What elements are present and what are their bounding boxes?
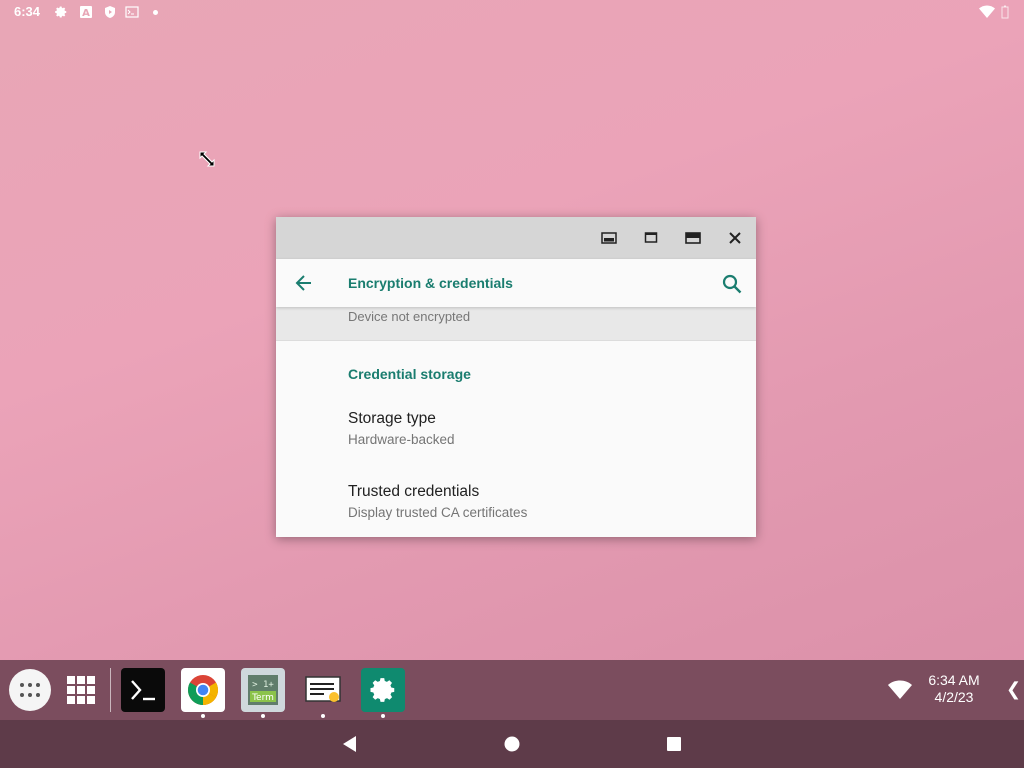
apps-dots-icon[interactable] bbox=[9, 669, 51, 711]
a-badge-icon: A bbox=[80, 6, 92, 19]
taskbar-divider bbox=[110, 668, 111, 712]
svg-text:A: A bbox=[82, 8, 90, 19]
chevron-left-icon[interactable]: ❮ bbox=[1006, 679, 1021, 700]
clock-date: 4/2/23 bbox=[934, 689, 974, 705]
section-header-credential-storage: Credential storage bbox=[348, 366, 471, 382]
picture-in-picture-icon[interactable] bbox=[598, 228, 620, 248]
running-indicator bbox=[381, 714, 385, 718]
notification-dot bbox=[153, 10, 158, 15]
storage-type-item[interactable]: Storage type Hardware-backed bbox=[276, 410, 756, 470]
terminal-mini-icon bbox=[125, 6, 139, 18]
shield-play-icon bbox=[105, 6, 115, 18]
maximize-icon[interactable] bbox=[682, 228, 704, 248]
item-summary: Display trusted CA certificates bbox=[348, 505, 528, 520]
taskbar: > 1+ Term ❮ bbox=[0, 660, 1024, 720]
encryption-status-summary: Device not encrypted bbox=[348, 309, 471, 324]
arrow-left-icon[interactable] bbox=[290, 271, 318, 295]
recents-square-icon[interactable] bbox=[665, 735, 683, 753]
back-triangle-icon[interactable] bbox=[341, 735, 359, 753]
encryption-status-row[interactable]: Device not encrypted bbox=[276, 307, 756, 341]
settings-window: Encryption & credentials Device not encr… bbox=[276, 217, 756, 537]
app-bar: Encryption & credentials bbox=[276, 259, 756, 307]
window-titlebar[interactable] bbox=[276, 217, 756, 259]
term-label-bottom: Term bbox=[251, 693, 274, 703]
wifi-icon[interactable] bbox=[888, 680, 912, 700]
clock-time: 6:34 AM bbox=[928, 672, 980, 688]
chrome-icon[interactable] bbox=[181, 668, 225, 712]
gear-icon[interactable] bbox=[361, 668, 405, 712]
terminal-icon[interactable] bbox=[121, 668, 165, 712]
running-indicator bbox=[321, 714, 325, 718]
item-title: Storage type bbox=[348, 410, 436, 427]
term-label-top: > 1+ bbox=[252, 680, 274, 690]
restore-icon[interactable] bbox=[640, 228, 662, 248]
battery-icon bbox=[1001, 5, 1009, 19]
running-indicator bbox=[201, 714, 205, 718]
item-summary: Hardware-backed bbox=[348, 432, 455, 447]
term-icon[interactable]: > 1+ Term bbox=[241, 668, 285, 712]
taskbar-clock[interactable]: 6:34 AM 4/2/23 bbox=[916, 672, 992, 706]
running-indicator bbox=[261, 714, 265, 718]
grid-icon[interactable] bbox=[59, 668, 103, 712]
gear-icon bbox=[55, 6, 67, 18]
status-bar: 6:34 A bbox=[0, 0, 1024, 24]
search-icon[interactable] bbox=[720, 272, 744, 296]
item-title: Trusted credentials bbox=[348, 483, 480, 500]
home-circle-icon[interactable] bbox=[503, 735, 521, 753]
page-title: Encryption & credentials bbox=[348, 275, 513, 291]
trusted-credentials-item[interactable]: Trusted credentials Display trusted CA c… bbox=[276, 483, 756, 537]
close-icon[interactable] bbox=[724, 228, 746, 248]
notes-icon[interactable] bbox=[301, 668, 345, 712]
resize-cursor-icon bbox=[199, 151, 215, 167]
status-time: 6:34 bbox=[14, 4, 41, 19]
wifi-icon bbox=[979, 5, 995, 18]
